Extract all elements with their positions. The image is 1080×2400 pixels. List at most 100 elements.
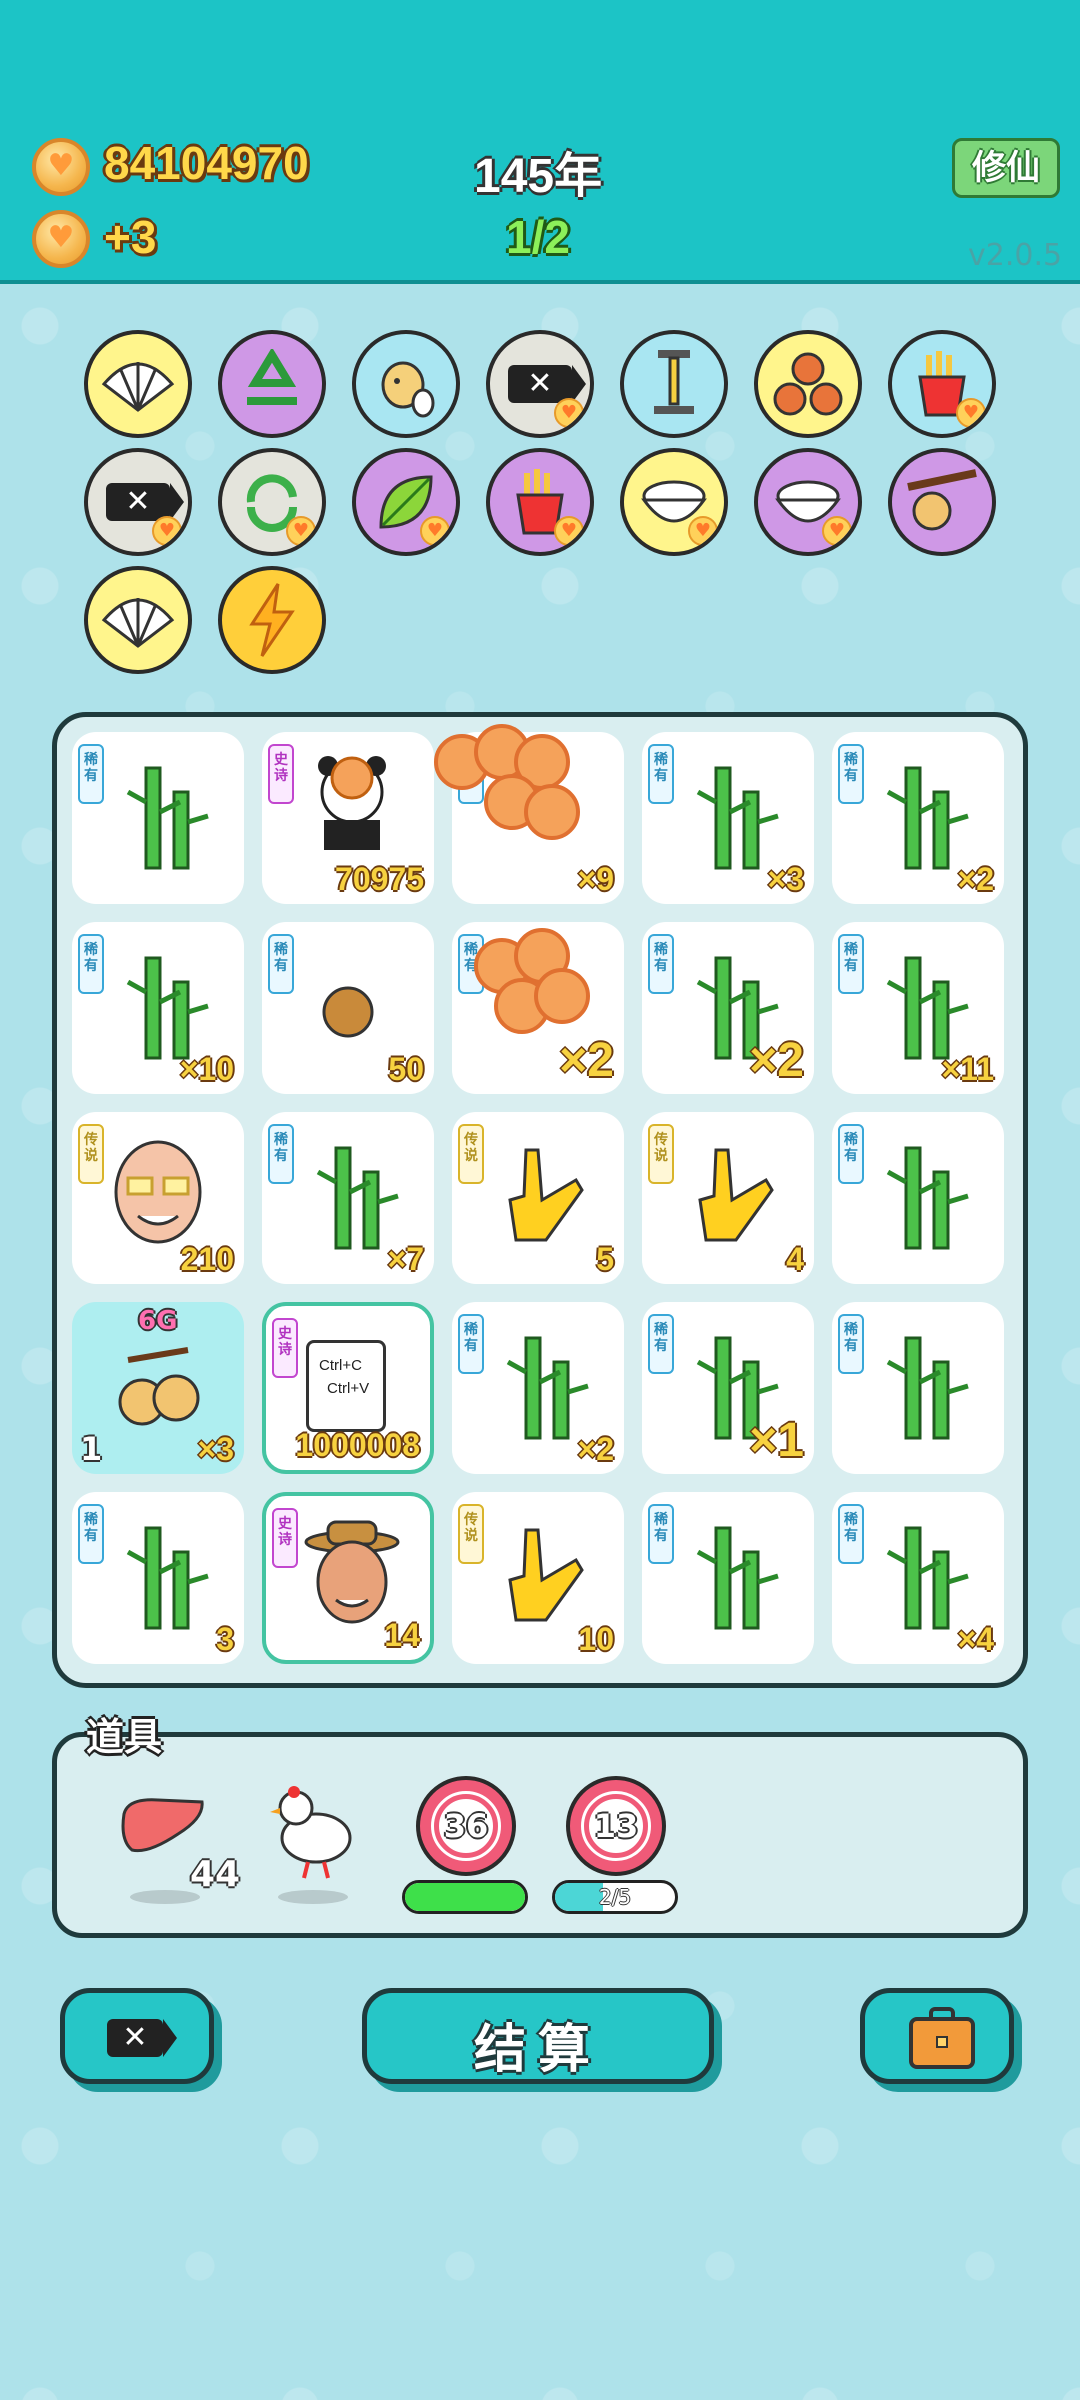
grid-cell[interactable]: 稀有 ×10 [72, 922, 244, 1094]
bag-button[interactable] [860, 1988, 1014, 2084]
item-grid: 稀有 史诗 70975 稀有 ×9 稀有 ×3 稀有 ×2 稀有 ×10 稀有 … [52, 712, 1028, 1688]
grid-cell[interactable]: 稀有 ×1 [642, 1302, 814, 1474]
bamboo-icon [126, 956, 209, 1060]
delete-tag-icon[interactable]: ✕ ♥ [486, 330, 594, 438]
item-count: 1000008 [295, 1427, 420, 1463]
grid-cell[interactable]: 稀有 ×2 [832, 732, 1004, 904]
delete-tag-icon[interactable]: ✕ ♥ [84, 448, 192, 556]
grid-cell[interactable]: 稀有 ×2 [452, 922, 624, 1094]
item-count: ×1 [749, 1414, 804, 1467]
bamboo-icon [316, 1146, 399, 1250]
settle-button[interactable]: 结算 [362, 1988, 714, 2084]
item-count: ×4 [957, 1621, 994, 1657]
items-title: 道具 [86, 1715, 163, 1759]
bamboo-icon [696, 1526, 779, 1630]
pointing-hand-icon [698, 1148, 774, 1242]
item-count: 10 [578, 1621, 614, 1657]
grid-cell[interactable]: 传说 4 [642, 1112, 814, 1284]
rarity-tag: 传说 [458, 1124, 484, 1184]
grid-cell[interactable]: 史诗 Ctrl+C Ctrl+V 1000008 [262, 1302, 434, 1474]
x-mark: ✕ [508, 365, 586, 403]
grid-cell[interactable]: 史诗 14 [262, 1492, 434, 1664]
target-icon[interactable]: 13 [566, 1776, 666, 1876]
bird-icon[interactable] [268, 1782, 358, 1882]
coin-rate: +3 [104, 211, 157, 263]
grid-cell[interactable]: 稀有 ×3 [642, 732, 814, 904]
grid-cell[interactable]: 稀有 50 [262, 922, 434, 1094]
shell-icon[interactable] [84, 330, 192, 438]
fries-icon[interactable]: ♥ [486, 448, 594, 556]
pump-icon[interactable] [620, 330, 728, 438]
level-label: 6G [138, 1306, 178, 1336]
grid-cell[interactable]: 传说 5 [452, 1112, 624, 1284]
item-count: ×3 [197, 1431, 234, 1467]
fruit-icon [118, 1347, 200, 1426]
heart-badge-icon: ♥ [688, 516, 718, 546]
progress-bar: 2/5 [552, 1880, 678, 1914]
heart-badge-icon: ♥ [420, 516, 450, 546]
rarity-tag: 稀有 [458, 1314, 484, 1374]
grid-cell[interactable]: 稀有 ×2 [452, 1302, 624, 1474]
target-count: 13 [581, 1791, 651, 1861]
heart-badge-icon: ♥ [286, 516, 316, 546]
item-count: 210 [180, 1241, 234, 1277]
refresh-icon[interactable]: ♥ [218, 448, 326, 556]
basketballs-icon[interactable] [754, 330, 862, 438]
coin-burst-icon [434, 724, 580, 840]
grid-cell[interactable]: 传说 210 [72, 1112, 244, 1284]
bamboo-icon [696, 766, 779, 870]
pointing-hand-icon [508, 1148, 584, 1242]
grid-cell[interactable]: 6G 1 ×3 [72, 1302, 244, 1474]
lightning-icon[interactable] [218, 566, 326, 674]
grid-cell[interactable]: 稀有 ×11 [832, 922, 1004, 1094]
grid-cell[interactable]: 稀有 [832, 1302, 1004, 1474]
progress-bar [402, 1880, 528, 1914]
leaf-icon[interactable]: ♥ [352, 448, 460, 556]
target-icon[interactable]: 36 [416, 1776, 516, 1876]
grid-cell[interactable]: 稀有 ×7 [262, 1112, 434, 1284]
item-count: 3 [216, 1621, 234, 1657]
grid-cell[interactable]: 稀有 ×9 [434, 724, 624, 904]
rarity-tag: 稀有 [648, 1314, 674, 1374]
chick-egg-icon[interactable] [352, 330, 460, 438]
delete-button[interactable]: ✕ [60, 1988, 214, 2084]
fries-icon[interactable]: ♥ [888, 330, 996, 438]
rarity-tag: 史诗 [268, 744, 294, 804]
grid-cell[interactable]: 稀有 3 [72, 1492, 244, 1664]
rarity-tag: 稀有 [838, 744, 864, 804]
target-count: 36 [431, 1791, 501, 1861]
grid-cell[interactable]: 传说 10 [452, 1492, 624, 1664]
item-count: ×2 [577, 1431, 614, 1467]
grid-cell[interactable]: 稀有 [642, 1492, 814, 1664]
shell-icon[interactable] [84, 566, 192, 674]
bamboo-icon [886, 956, 969, 1060]
rice-bowl-icon[interactable]: ♥ [754, 448, 862, 556]
fruit-branch-icon[interactable] [888, 448, 996, 556]
rarity-tag: 稀有 [838, 934, 864, 994]
rarity-tag: 稀有 [78, 744, 104, 804]
coin-rate-icon [32, 210, 90, 268]
bamboo-icon [506, 1336, 589, 1440]
cultivate-button[interactable]: 修仙 [952, 138, 1060, 198]
rarity-tag: 稀有 [648, 1504, 674, 1564]
grid-cell[interactable]: 稀有 [72, 732, 244, 904]
briefcase-icon [909, 2007, 975, 2069]
rarity-tag: 稀有 [78, 1504, 104, 1564]
heart-badge-icon: ♥ [554, 398, 584, 428]
item-shadow [130, 1890, 200, 1904]
rarity-tag: 稀有 [838, 1504, 864, 1564]
ctrl-cv-card: Ctrl+C Ctrl+V [306, 1340, 386, 1432]
item-count: ×7 [387, 1241, 424, 1277]
item-level: 1 [80, 1430, 103, 1468]
grid-cell[interactable]: 稀有 [832, 1112, 1004, 1284]
grid-cell[interactable]: 稀有 ×4 [832, 1492, 1004, 1664]
rice-bowl-icon[interactable]: ♥ [620, 448, 728, 556]
grid-cell[interactable]: 稀有 ×2 [642, 922, 814, 1094]
recycle-icon[interactable] [218, 330, 326, 438]
heart-badge-icon: ♥ [152, 516, 182, 546]
rarity-tag: 史诗 [272, 1508, 298, 1568]
bamboo-icon [126, 766, 209, 870]
item-count: 14 [384, 1617, 420, 1653]
top-bar: 84104970 +3 145年 1/2 修仙 v2.0.5 [0, 0, 1080, 284]
bamboo-icon [886, 1146, 969, 1250]
